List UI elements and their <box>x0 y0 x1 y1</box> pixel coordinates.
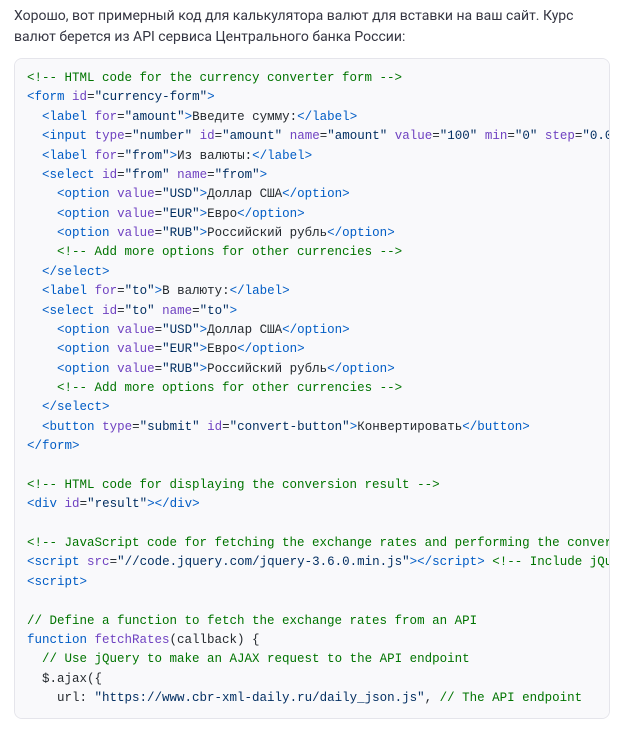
intro-text: Хорошо, вот примерный код для калькулято… <box>0 0 624 58</box>
code-content: <!-- HTML code for the currency converte… <box>27 69 597 708</box>
code-block: <!-- HTML code for the currency converte… <box>14 58 610 719</box>
